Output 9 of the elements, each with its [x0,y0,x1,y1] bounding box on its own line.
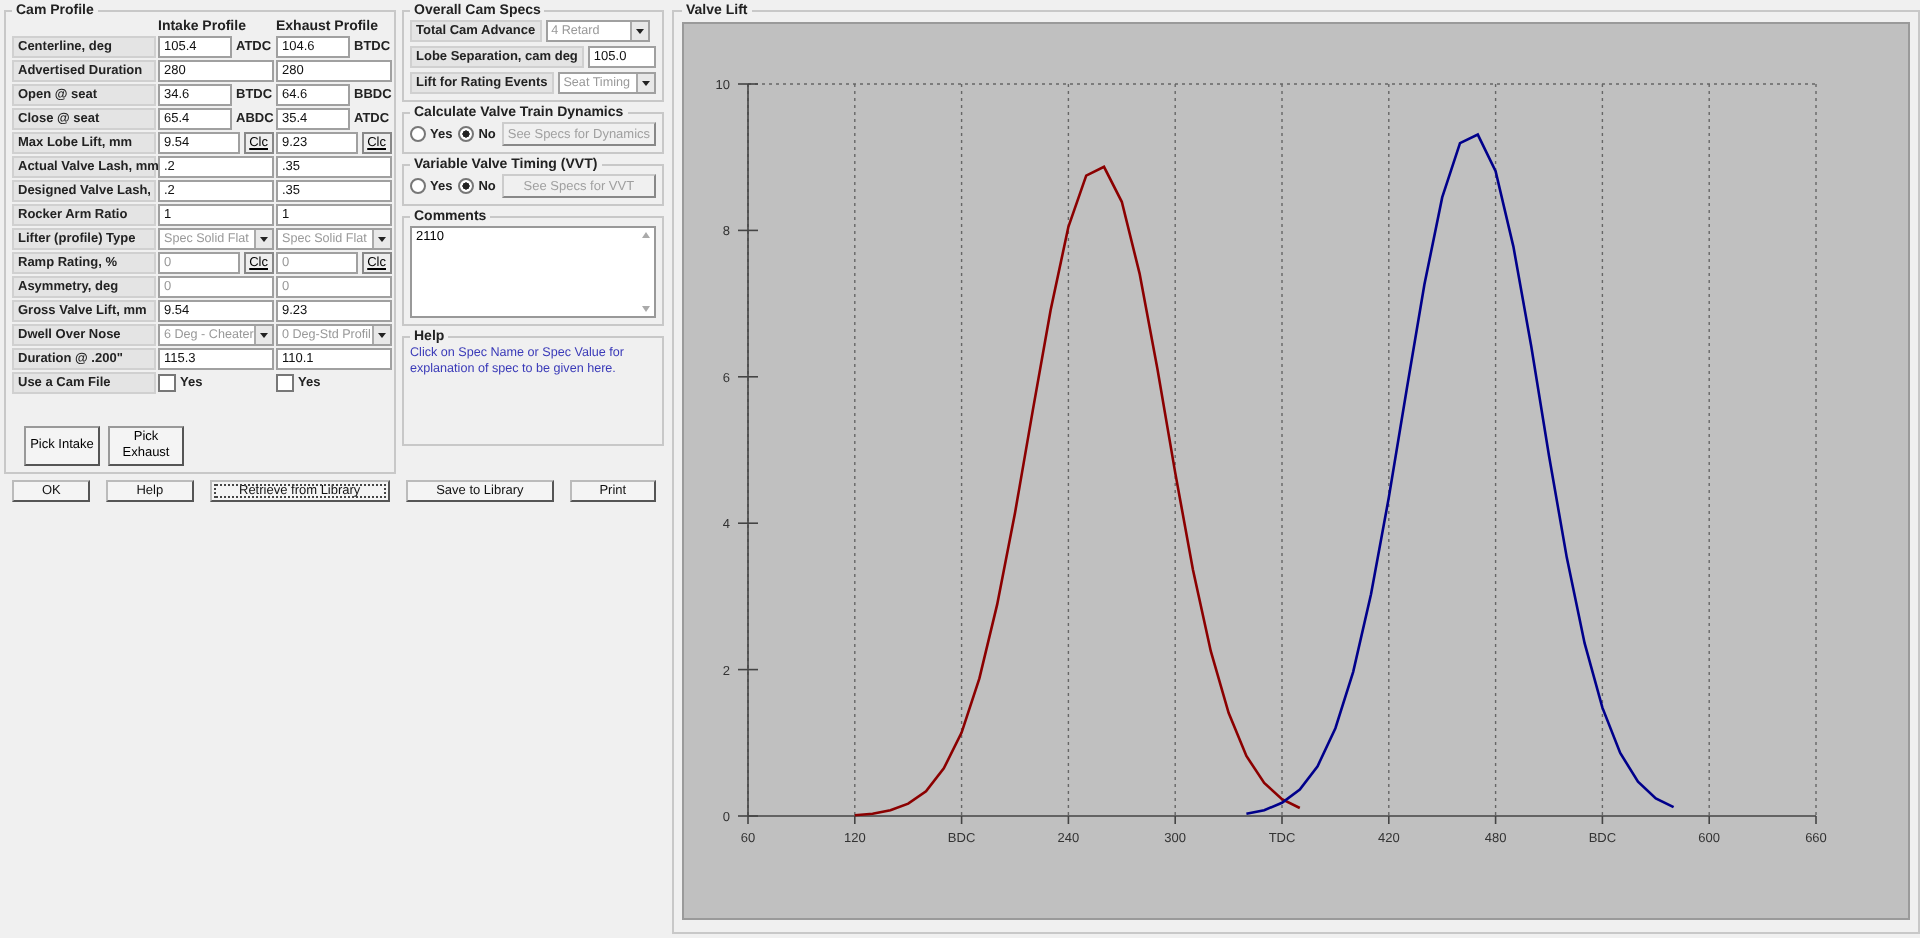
caret-icon [254,326,272,344]
checkbox[interactable] [158,374,176,392]
checkbox[interactable] [276,374,294,392]
scrollbar-icon[interactable] [638,228,654,316]
caret-icon [629,22,648,40]
caret-icon [254,230,272,248]
caret-icon [372,230,390,248]
caret-icon [636,74,654,92]
caret-icon [372,326,390,344]
